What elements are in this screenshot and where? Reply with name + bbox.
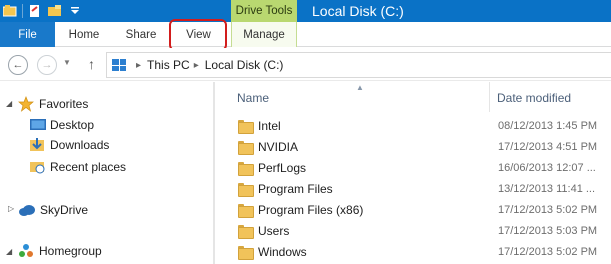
collapse-homegroup-icon[interactable]: ◢	[6, 247, 12, 256]
file-name: Program Files	[258, 182, 333, 196]
forward-arrow-icon: →	[41, 59, 53, 71]
file-name: PerfLogs	[258, 161, 307, 175]
toolbar-divider	[22, 4, 23, 18]
nav-item-downloads[interactable]: Downloads	[30, 135, 109, 155]
breadcrumb-local-disk[interactable]: Local Disk (C:)	[205, 58, 284, 72]
expand-skydrive-icon[interactable]: ▷	[8, 204, 14, 213]
downloads-icon	[30, 138, 44, 151]
file-name: NVIDIA	[258, 140, 299, 154]
file-name: Users	[258, 224, 290, 238]
folder-icon	[238, 162, 254, 176]
up-arrow-icon: ↑	[88, 56, 95, 72]
file-row[interactable]: Program Files (x86) 17/12/2013 5:02 PM	[238, 200, 611, 220]
breadcrumb-this-pc[interactable]: This PC	[147, 58, 190, 72]
up-one-level-button[interactable]: ↑	[88, 56, 95, 72]
nav-item-desktop[interactable]: Desktop	[30, 115, 94, 135]
back-arrow-icon: ←	[12, 59, 24, 71]
sort-ascending-icon: ▲	[356, 83, 364, 92]
address-bar[interactable]: ▸ This PC ▸ Local Disk (C:)	[106, 52, 611, 78]
customize-dropdown-icon[interactable]	[65, 0, 85, 22]
file-row[interactable]: NVIDIA 17/12/2013 4:51 PM	[238, 137, 611, 157]
nav-item-homegroup[interactable]: Homegroup	[18, 241, 102, 261]
folder-icon	[238, 120, 254, 134]
column-header-name[interactable]: Name	[237, 91, 269, 105]
folder-icon	[238, 246, 254, 260]
file-row[interactable]: PerfLogs 16/06/2013 12:07 ...	[238, 158, 611, 178]
column-divider[interactable]	[489, 82, 490, 112]
file-row[interactable]: Intel 08/12/2013 1:45 PM	[238, 116, 611, 136]
file-row[interactable]: Windows 17/12/2013 5:02 PM	[238, 242, 611, 262]
homegroup-icon	[19, 244, 33, 257]
file-name: Program Files (x86)	[258, 203, 364, 217]
collapse-favorites-icon[interactable]: ◢	[6, 99, 12, 108]
forward-button[interactable]: →	[37, 55, 57, 75]
navigation-bar: ← → ▼ ↑ ▸ This PC ▸ Local Disk (C:)	[0, 48, 611, 81]
file-date: 17/12/2013 5:02 PM	[498, 204, 598, 216]
tab-file[interactable]: File	[0, 22, 55, 47]
nav-item-skydrive[interactable]: SkyDrive	[18, 200, 88, 220]
folder-icon	[238, 183, 254, 197]
recent-locations-dropdown-icon[interactable]: ▼	[63, 58, 71, 67]
skydrive-cloud-icon	[19, 205, 35, 216]
breadcrumb-chevron-icon[interactable]: ▸	[136, 60, 141, 71]
tab-manage[interactable]: Manage	[231, 22, 297, 47]
file-date: 17/12/2013 5:03 PM	[498, 225, 598, 237]
file-row[interactable]: Users 17/12/2013 5:03 PM	[238, 221, 611, 241]
title-bar: Drive Tools Local Disk (C:)	[0, 0, 611, 22]
ribbon-tabs: File Home Share View Manage	[0, 22, 611, 47]
recent-places-icon	[30, 162, 45, 174]
column-header-date-modified[interactable]: Date modified	[497, 91, 571, 105]
tab-share[interactable]: Share	[113, 22, 169, 47]
nav-item-recent-places[interactable]: Recent places	[30, 157, 126, 177]
folder-icon	[238, 141, 254, 155]
file-name: Windows	[258, 245, 307, 259]
new-folder-icon[interactable]	[45, 0, 65, 22]
file-date: 17/12/2013 5:02 PM	[498, 246, 598, 258]
breadcrumb-chevron-icon[interactable]: ▸	[194, 60, 199, 71]
file-date: 08/12/2013 1:45 PM	[498, 120, 598, 132]
drive-tools-context-label: Drive Tools	[231, 0, 297, 22]
this-pc-icon	[112, 59, 126, 71]
star-icon	[18, 96, 34, 112]
back-button[interactable]: ←	[8, 55, 28, 75]
properties-icon[interactable]	[25, 0, 45, 22]
app-icon[interactable]	[0, 0, 20, 22]
file-name: Intel	[258, 119, 281, 133]
folder-icon	[238, 204, 254, 218]
nav-item-favorites[interactable]: Favorites	[18, 94, 88, 114]
file-date: 13/12/2013 11:41 ...	[498, 183, 596, 195]
view-tab-highlight-box	[169, 19, 227, 51]
pane-splitter[interactable]	[213, 82, 215, 264]
tab-home[interactable]: Home	[56, 22, 112, 47]
file-date: 17/12/2013 4:51 PM	[498, 141, 598, 153]
navigation-pane: ◢ Favorites Desktop Downloads Recent pla…	[0, 82, 213, 264]
file-date: 16/06/2013 12:07 ...	[498, 162, 596, 174]
file-row[interactable]: Program Files 13/12/2013 11:41 ...	[238, 179, 611, 199]
quick-access-toolbar	[0, 0, 85, 22]
window-title: Local Disk (C:)	[312, 3, 404, 19]
desktop-icon	[30, 119, 46, 130]
folder-icon	[238, 225, 254, 239]
